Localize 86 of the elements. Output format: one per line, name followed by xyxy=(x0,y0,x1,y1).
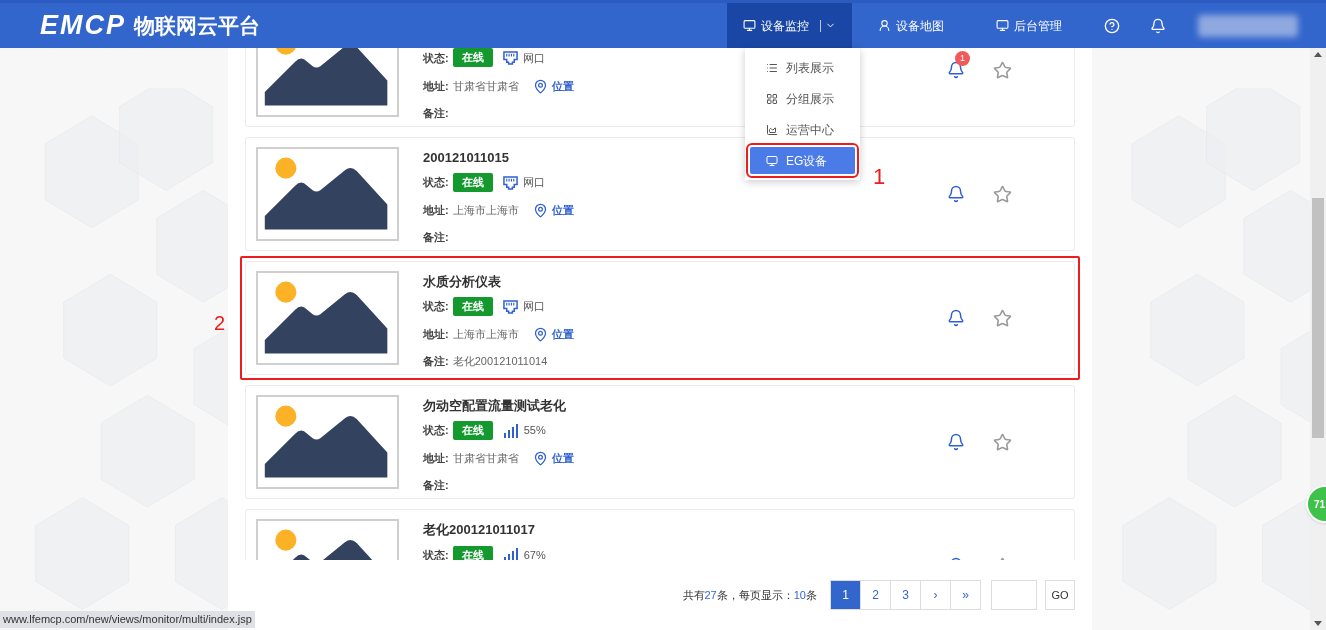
nav-tab[interactable]: 设备监控 xyxy=(727,3,852,48)
location-pin-icon xyxy=(532,78,548,94)
ethernet-port-icon xyxy=(502,175,518,190)
annotation-number: 1 xyxy=(873,163,886,191)
address-label: 地址: xyxy=(423,203,449,219)
page-button[interactable]: » xyxy=(950,580,981,610)
page-input[interactable] xyxy=(991,580,1037,610)
status-badge: 在线 xyxy=(452,48,493,68)
address-label: 地址: xyxy=(423,327,449,343)
app-title: 物联网云平台 xyxy=(134,12,260,39)
address-label: 地址: xyxy=(423,451,449,467)
bell-icon[interactable] xyxy=(947,185,965,203)
page-button[interactable]: 2 xyxy=(860,580,891,610)
bell-icon[interactable] xyxy=(947,309,965,327)
monitor-icon xyxy=(766,154,778,167)
pagination-summary: 共有27条，每页显示：10条 xyxy=(682,587,817,603)
chart-icon xyxy=(766,123,778,136)
device-name[interactable]: 200121011015 xyxy=(423,150,510,165)
signal-icon xyxy=(502,548,519,560)
remark-label: 备注: xyxy=(423,354,449,370)
alarm-count-badge: 1 xyxy=(955,51,970,66)
menu-item[interactable]: 列表展示 xyxy=(750,54,855,81)
address-text: 上海市上海市 xyxy=(452,203,519,219)
star-icon[interactable] xyxy=(993,308,1012,328)
location-pin-icon xyxy=(532,202,548,218)
location-pin-icon xyxy=(532,450,548,466)
status-label: 状态: xyxy=(423,547,449,560)
device-name[interactable]: 勿动空配置流量测试老化 xyxy=(423,398,566,413)
location-link[interactable]: 位置 xyxy=(532,326,574,343)
nav-tab[interactable]: 设备地图 xyxy=(852,3,970,48)
device-name[interactable]: 水质分析仪表 xyxy=(423,274,501,289)
grid-icon xyxy=(766,92,778,105)
connection-text: 网口 xyxy=(522,299,545,315)
device-card[interactable]: 老化200121011017 状态: 在线 67% xyxy=(245,509,1075,560)
ethernet-port-icon xyxy=(502,50,518,66)
status-badge: 在线 xyxy=(452,545,493,560)
page-button[interactable]: › xyxy=(920,580,951,610)
dropdown-toggle[interactable] xyxy=(820,19,836,32)
connection-text: 55% xyxy=(523,423,546,439)
bell-icon[interactable] xyxy=(947,61,965,79)
page-button[interactable]: 3 xyxy=(890,580,921,610)
location-link[interactable]: 位置 xyxy=(532,202,574,219)
address-text: 上海市上海市 xyxy=(452,327,519,343)
connection-text: 网口 xyxy=(522,175,545,191)
monitor-icon xyxy=(996,19,1009,32)
bell-icon[interactable] xyxy=(947,433,965,451)
location-link[interactable]: 位置 xyxy=(532,450,574,467)
remark-text: 老化200121011014 xyxy=(452,354,548,370)
connection-text: 网口 xyxy=(522,50,545,66)
remark-label: 备注: xyxy=(423,106,449,122)
connection-text: 67% xyxy=(523,547,546,560)
status-label: 状态: xyxy=(423,175,449,191)
menu-item[interactable]: 分组展示 xyxy=(750,85,855,112)
status-label: 状态: xyxy=(423,299,449,315)
device-card[interactable]: 勿动空配置流量测试老化 状态: 在线 55% 地址: 甘肃省甘肃省 位置 备注: xyxy=(245,385,1075,499)
star-icon[interactable] xyxy=(993,432,1012,452)
device-card[interactable]: 水质分析仪表 状态: 在线 网口 地址: 上海市上海市 位置 备注: 老化200121011014 xyxy=(245,261,1075,375)
logo: EMCP xyxy=(40,9,126,43)
status-badge: 在线 xyxy=(452,173,493,192)
nav-tab[interactable]: 后台管理 xyxy=(970,3,1088,48)
signal-icon xyxy=(502,423,519,438)
list-icon xyxy=(766,61,778,74)
star-icon[interactable] xyxy=(993,60,1012,80)
location-pin-icon xyxy=(532,326,548,342)
status-url: www.lfemcp.com/new/views/monitor/multi/index.jsp xyxy=(0,611,255,628)
device-name[interactable]: 老化200121011017 xyxy=(423,522,536,537)
scrollbar[interactable] xyxy=(1310,48,1326,630)
address-text: 甘肃省甘肃省 xyxy=(452,451,519,467)
person-icon xyxy=(878,19,891,32)
help-icon[interactable] xyxy=(1104,17,1120,34)
monitor-icon xyxy=(743,19,756,32)
address-text: 甘肃省甘肃省 xyxy=(452,78,519,94)
remark-label: 备注: xyxy=(423,478,449,494)
go-button[interactable]: GO xyxy=(1045,580,1075,610)
address-label: 地址: xyxy=(423,78,449,94)
location-link[interactable]: 位置 xyxy=(532,77,574,95)
status-label: 状态: xyxy=(423,423,449,439)
remark-label: 备注: xyxy=(423,230,449,246)
page-button[interactable]: 1 xyxy=(830,580,861,610)
notification-icon[interactable] xyxy=(1150,17,1166,34)
star-icon[interactable] xyxy=(993,184,1012,204)
status-badge: 在线 xyxy=(452,297,493,316)
status-label: 状态: xyxy=(423,50,449,66)
ethernet-port-icon xyxy=(502,299,518,314)
annotation-number: 2 xyxy=(214,311,226,336)
status-badge: 在线 xyxy=(452,421,493,440)
